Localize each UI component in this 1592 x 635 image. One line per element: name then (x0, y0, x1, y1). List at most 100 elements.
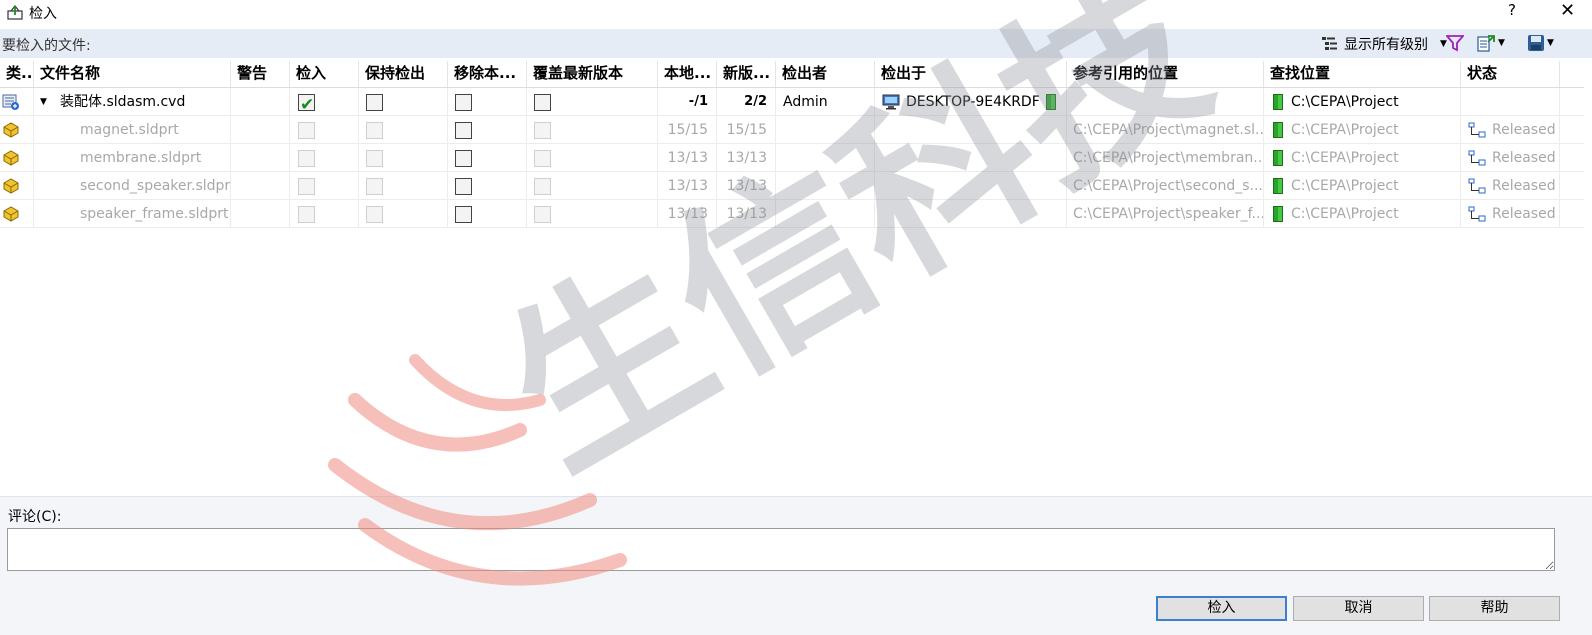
found-in: C:\CEPA\Project (1291, 206, 1399, 222)
window-title: 检入 (29, 6, 57, 22)
keep-checked-out-checkbox (366, 206, 383, 223)
col-header-reference-location[interactable]: 参考引用的位置 (1067, 61, 1264, 88)
show-levels-dropdown[interactable]: 显示所有级别 ▼ (1322, 34, 1447, 54)
close-icon[interactable]: ✕ (1560, 0, 1575, 21)
filter-icon (1446, 35, 1464, 52)
chevron-down-icon: ▼ (1547, 38, 1554, 48)
filter-button[interactable] (1446, 34, 1464, 52)
keep-checked-out-checkbox (366, 122, 383, 139)
file-name: magnet.sldprt (34, 116, 231, 144)
vault-icon (1273, 150, 1283, 166)
files-toolbar: 要检入的文件: 显示所有级别 ▼ ▼ ▼ (0, 29, 1592, 58)
file-name: 装配体.sldasm.cvd (60, 94, 186, 110)
table-row[interactable]: magnet.sldprt 15/15 15/15 C:\CEPA\Projec… (0, 116, 1584, 144)
col-header-keep-checked-out[interactable]: 保持检出 (359, 61, 448, 88)
table-row[interactable]: speaker_frame.sldprt 13/13 13/13 C:\CEPA… (0, 200, 1584, 228)
export-icon (1477, 35, 1495, 52)
col-header-type[interactable]: 类... (0, 61, 34, 88)
file-name: membrane.sldprt (34, 144, 231, 172)
computer-icon (882, 94, 900, 110)
comment-label: 评论(C): (8, 509, 62, 525)
remove-local-checkbox[interactable] (455, 206, 472, 223)
overwrite-latest-checkbox (534, 122, 551, 139)
expand-arrow-icon[interactable]: ▼ (40, 88, 47, 116)
col-header-found-in[interactable]: 查找位置 (1264, 61, 1461, 88)
warning-cell (231, 144, 290, 172)
check-in-checkbox (298, 178, 315, 195)
local-version: 15/15 (658, 116, 717, 144)
checked-out-by (776, 144, 875, 172)
reference-location: C:\CEPA\Project\second_s... (1067, 172, 1264, 200)
table-row[interactable]: second_speaker.sldprt 13/13 13/13 C:\CEP… (0, 172, 1584, 200)
workflow-state-icon (1468, 206, 1486, 222)
vault-icon (1273, 206, 1283, 222)
col-header-status[interactable]: 状态 (1461, 61, 1560, 88)
col-header-local[interactable]: 本地... (658, 61, 717, 88)
remove-local-checkbox[interactable] (455, 178, 472, 195)
col-header-file-name[interactable]: 文件名称 (34, 61, 231, 88)
keep-checked-out-checkbox (366, 178, 383, 195)
checked-out-on (875, 200, 1067, 228)
reference-location: C:\CEPA\Project\membran... (1067, 144, 1264, 172)
show-levels-label: 显示所有级别 (1344, 37, 1428, 53)
status: Released (1492, 150, 1556, 166)
new-version: 13/13 (717, 172, 776, 200)
save-icon (1528, 35, 1544, 51)
cancel-button[interactable]: 取消 (1293, 596, 1424, 621)
workflow-state-icon (1468, 150, 1486, 166)
export-button[interactable]: ▼ (1476, 34, 1505, 52)
col-header-checked-out-on[interactable]: 检出于 (875, 61, 1067, 88)
table-row[interactable]: membrane.sldprt 13/13 13/13 C:\CEPA\Proj… (0, 144, 1584, 172)
comment-input[interactable] (7, 528, 1555, 571)
checkmark-icon: ✔ (300, 95, 315, 115)
warning-cell (231, 116, 290, 144)
keep-checked-out-checkbox[interactable] (366, 94, 383, 111)
checked-out-by: Admin (776, 88, 875, 116)
overwrite-latest-checkbox[interactable] (534, 94, 551, 111)
found-in: C:\CEPA\Project (1291, 122, 1399, 138)
status (1461, 88, 1560, 116)
vault-icon (1273, 122, 1283, 138)
vault-icon (1045, 94, 1056, 110)
assembly-icon (2, 94, 19, 110)
col-header-warning[interactable]: 警告 (231, 61, 290, 88)
col-header-new-version[interactable]: 新版... (717, 61, 776, 88)
part-icon (3, 150, 19, 166)
reference-location: C:\CEPA\Project\speaker_f... (1067, 200, 1264, 228)
col-header-overwrite-latest[interactable]: 覆盖最新版本 (527, 61, 658, 88)
reference-location (1067, 88, 1264, 116)
status: Released (1492, 122, 1556, 138)
check-in-checkbox (298, 206, 315, 223)
remove-local-checkbox[interactable] (455, 122, 472, 139)
keep-checked-out-checkbox (366, 150, 383, 167)
checked-out-on: DESKTOP-9E4KRDF (906, 94, 1040, 110)
part-icon (3, 206, 19, 222)
save-button[interactable]: ▼ (1527, 34, 1554, 52)
found-in: C:\CEPA\Project (1291, 94, 1399, 110)
remove-local-checkbox[interactable] (455, 150, 472, 167)
remove-local-checkbox[interactable] (455, 94, 472, 111)
check-in-checkbox[interactable]: ✔ (298, 94, 315, 115)
new-version: 15/15 (717, 116, 776, 144)
check-in-button[interactable]: 检入 (1156, 596, 1287, 621)
col-header-remove-local[interactable]: 移除本... (448, 61, 527, 88)
overwrite-latest-checkbox (534, 178, 551, 195)
table-row[interactable]: ▼ 装配体.sldasm.cvd ✔ -/1 2/2 Admin DESKTOP… (0, 88, 1584, 116)
warning-cell (231, 88, 290, 116)
chevron-down-icon: ▼ (1498, 38, 1505, 48)
found-in: C:\CEPA\Project (1291, 178, 1399, 194)
help-button[interactable]: 帮助 (1429, 596, 1560, 621)
col-header-check-in[interactable]: 检入 (290, 61, 359, 88)
help-icon[interactable]: ? (1508, 1, 1516, 19)
vault-icon (1273, 94, 1283, 110)
workflow-state-icon (1468, 122, 1486, 138)
reference-location: C:\CEPA\Project\magnet.sl... (1067, 116, 1264, 144)
col-header-checked-out-by[interactable]: 检出者 (776, 61, 875, 88)
part-icon (3, 122, 19, 138)
warning-cell (231, 172, 290, 200)
checked-out-by (776, 172, 875, 200)
title-bar: 检入 ? ✕ (0, 0, 1592, 26)
tree-levels-icon (1322, 37, 1337, 50)
found-in: C:\CEPA\Project (1291, 150, 1399, 166)
status: Released (1492, 178, 1556, 194)
